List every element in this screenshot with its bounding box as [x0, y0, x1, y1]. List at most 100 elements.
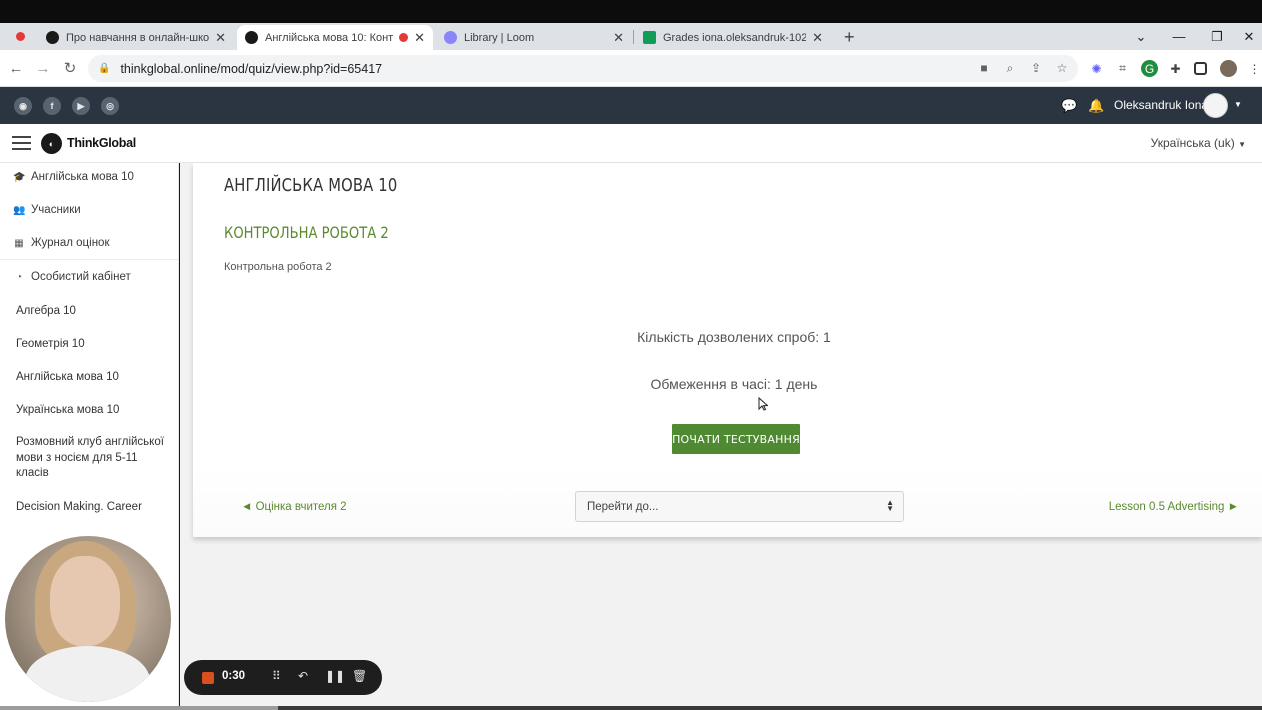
pause-icon[interactable]: ❚❚ [325, 669, 345, 683]
undo-icon[interactable]: ↶ [298, 669, 308, 683]
presenter-face [50, 556, 120, 646]
forward-arrow-icon[interactable]: → [33, 58, 53, 78]
chevron-down-icon[interactable]: ▼ [1234, 100, 1242, 109]
site-nav-bar: ◐ ThinkGlobal Українська (uk) ▼ [0, 124, 1262, 163]
crop-extension-icon[interactable]: ⌗ [1114, 60, 1131, 77]
puzzle-extensions-icon[interactable]: ✚ [1167, 60, 1184, 77]
zoom-icon[interactable]: ⌕ [1002, 60, 1018, 76]
loom-extension-icon[interactable]: ✺ [1088, 60, 1105, 77]
recording-timer: 0:30 [222, 670, 246, 682]
table-icon: ▦ [14, 237, 24, 249]
sheets-favicon-icon [643, 31, 656, 44]
youtube-icon[interactable]: ▶ [72, 97, 90, 115]
browser-tab-3[interactable]: Library | Loom ✕ [436, 25, 632, 50]
sidebar-item-label: Особистий кабінет [31, 271, 131, 283]
webcam-bubble[interactable] [5, 536, 171, 702]
kebab-menu-icon[interactable]: ⋮ [1246, 60, 1262, 77]
main-content: АНГЛІЙСЬКА МОВА 10 КОНТРОЛЬНА РОБОТА 2 К… [180, 163, 1262, 710]
share-icon[interactable]: ⇪ [1028, 60, 1044, 76]
presenter-shirt [25, 646, 150, 702]
restore-icon[interactable]: ❐ [1198, 23, 1236, 50]
side-panel-icon[interactable] [1194, 62, 1207, 75]
language-label: Українська (uk) [1150, 136, 1235, 150]
reload-icon[interactable]: ↻ [60, 58, 80, 78]
close-window-icon[interactable]: ✕ [1236, 23, 1262, 50]
brand-name[interactable]: ThinkGlobal [67, 136, 136, 150]
close-tab-icon[interactable]: ✕ [215, 30, 226, 46]
tab-search-chevron-icon[interactable]: ⌄ [1122, 23, 1160, 50]
video-progress-bar[interactable] [0, 706, 1262, 710]
sidebar-item-dashboard[interactable]: ◔ Особистий кабінет [13, 271, 173, 283]
user-avatar[interactable] [1203, 93, 1228, 118]
chevron-down-icon: ▼ [1238, 140, 1246, 149]
quiz-title: КОНТРОЛЬНА РОБОТА 2 [224, 223, 389, 242]
sidebar-item-course[interactable]: 🎓 Англійська мова 10 [13, 171, 173, 183]
tab-separator [633, 30, 634, 44]
sidebar-course-decision-making[interactable]: Decision Making. Career [16, 500, 171, 516]
sidebar-item-grades[interactable]: ▦ Журнал оцінок [13, 237, 173, 249]
close-tab-icon[interactable]: ✕ [613, 30, 624, 46]
close-tab-icon[interactable]: ✕ [812, 30, 823, 46]
quiz-description: Контрольна робота 2 [224, 261, 332, 273]
drag-handle-icon[interactable]: ⠿ [272, 669, 281, 683]
close-tab-icon[interactable]: ✕ [414, 30, 425, 46]
lock-icon: 🔒 [98, 63, 111, 74]
browser-tab-1[interactable]: Про навчання в онлайн-школі ✕ [38, 25, 234, 50]
jump-to-label: Перейти до... [587, 500, 659, 513]
language-selector[interactable]: Українська (uk) ▼ [1151, 136, 1246, 150]
browser-tab-strip: Про навчання в онлайн-школі ✕ Англійська… [0, 23, 1262, 50]
instagram-icon[interactable]: ◎ [101, 97, 119, 115]
thinkglobal-favicon-icon [245, 31, 258, 44]
minimize-icon[interactable]: — [1160, 23, 1198, 50]
thinkglobal-logo-icon[interactable]: ◐ [41, 133, 62, 154]
stop-recording-icon[interactable] [202, 672, 214, 684]
screen-top-bar [0, 0, 1262, 23]
sidebar-course-algebra[interactable]: Алгебра 10 [16, 304, 171, 320]
sidebar-item-participants[interactable]: 👥 Учасники [13, 204, 173, 216]
activity-navigation: ◄ Оцінка вчителя 2 Перейти до... ▲ ▼ Less… [193, 463, 1262, 537]
back-arrow-icon[interactable]: ← [6, 58, 26, 78]
sidebar-course-ukrainian[interactable]: Українська мова 10 [16, 403, 171, 419]
browser-tab-2[interactable]: Англійська мова 10: Контро ✕ [237, 25, 433, 50]
previous-activity-link[interactable]: ◄ Оцінка вчителя 2 [241, 501, 347, 513]
start-attempt-button[interactable]: ПОЧАТИ ТЕСТУВАННЯ [672, 424, 800, 454]
grammarly-extension-icon[interactable]: G [1141, 60, 1158, 77]
jump-to-select[interactable]: Перейти до... ▲ ▼ [575, 491, 904, 522]
sidebar-item-label: Учасники [31, 204, 81, 216]
sidebar-course-speaking-club[interactable]: Розмовний клуб англійської мови з носієм… [16, 435, 171, 482]
new-tab-button[interactable]: + [836, 25, 866, 50]
globe-icon[interactable]: ◉ [14, 97, 32, 115]
recording-indicator-icon [16, 32, 25, 41]
quiz-card: АНГЛІЙСЬКА МОВА 10 КОНТРОЛЬНА РОБОТА 2 К… [193, 163, 1262, 537]
star-icon[interactable]: ☆ [1054, 60, 1070, 76]
tab-title: Library | Loom [464, 31, 535, 44]
user-name[interactable]: Oleksandruk Iona [1114, 98, 1208, 112]
tab-title: Про навчання в онлайн-школі [66, 31, 210, 44]
browser-tab-4[interactable]: Grades iona.oleksandruk-1025@ ✕ [635, 25, 831, 50]
tab-title: Англійська мова 10: Контро [265, 31, 394, 44]
dashboard-icon: ◔ [15, 271, 23, 283]
notifications-bell-icon[interactable]: 🔔 [1088, 98, 1104, 114]
next-activity-link[interactable]: Lesson 0.5 Advertising ► [1109, 501, 1239, 513]
recording-control-bar: 0:30 ⠿ ↶ ❚❚ 🗑 [184, 660, 382, 695]
course-title: АНГЛІЙСЬКА МОВА 10 [224, 175, 398, 196]
messages-icon[interactable]: 💬 [1061, 98, 1077, 114]
sidebar-item-label: Англійська мова 10 [31, 171, 134, 183]
select-arrows-icon: ▲ ▼ [886, 498, 894, 513]
url-text: thinkglobal.online/mod/quiz/view.php?id=… [120, 61, 383, 76]
sidebar-course-english[interactable]: Англійська мова 10 [16, 370, 171, 386]
site-top-bar: ◉ f ▶ ◎ 💬 🔔 Oleksandruk Iona ▼ [0, 87, 1262, 124]
camera-icon[interactable]: ■ [976, 60, 992, 76]
sidebar-course-geometry[interactable]: Геометрія 10 [16, 337, 171, 353]
profile-avatar-icon[interactable] [1220, 60, 1237, 77]
trash-icon[interactable]: 🗑 [352, 669, 367, 683]
sidebar-divider [0, 259, 178, 260]
users-icon: 👥 [13, 204, 26, 216]
facebook-icon[interactable]: f [43, 97, 61, 115]
address-bar-row: ← → ↻ 🔒 thinkglobal.online/mod/quiz/view… [0, 50, 1262, 87]
graduation-cap-icon: 🎓 [13, 171, 26, 183]
video-progress-fill [0, 706, 278, 710]
tab-title: Grades iona.oleksandruk-1025@ [663, 31, 807, 44]
hamburger-menu-icon[interactable] [12, 136, 31, 150]
url-field[interactable]: 🔒 thinkglobal.online/mod/quiz/view.php?i… [88, 55, 1078, 82]
